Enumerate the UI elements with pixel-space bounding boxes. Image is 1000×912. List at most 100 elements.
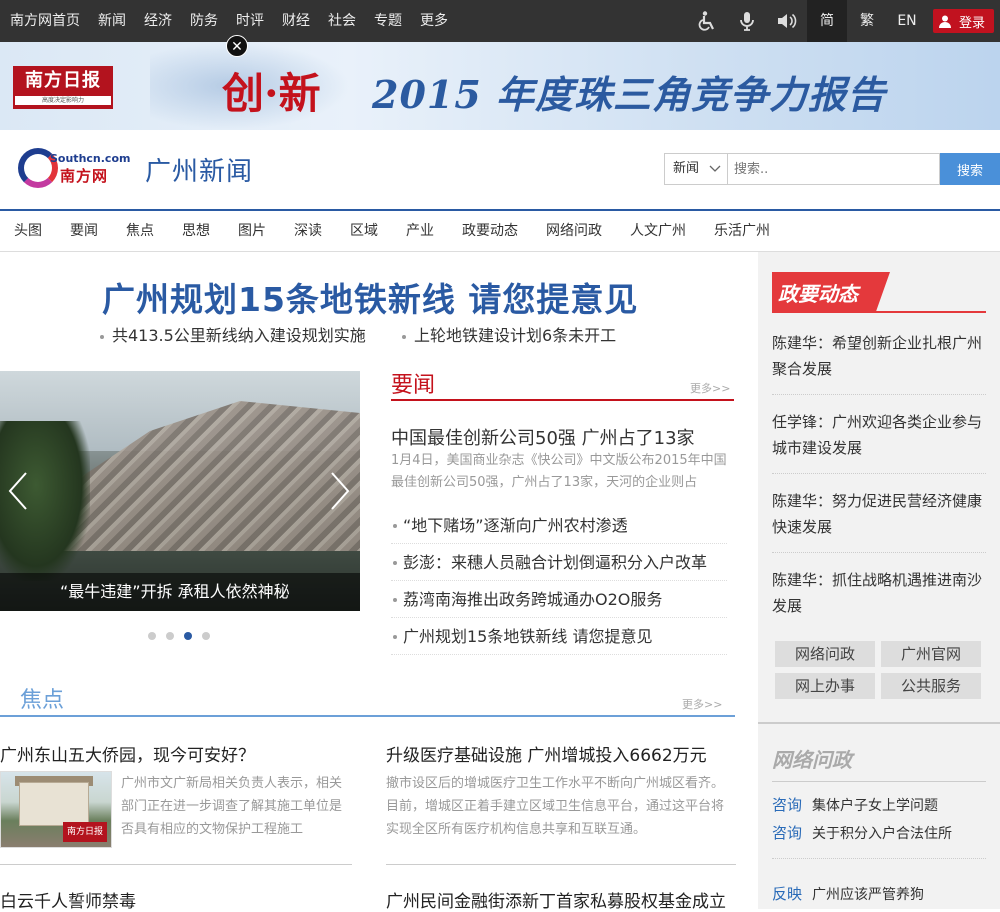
login-label: 登录 [958,15,985,31]
topnav-finance[interactable]: 财经 [273,0,319,42]
chevron-right-icon[interactable] [328,471,352,511]
zhengyao-title: 政要动态 [778,282,858,306]
divider [772,858,986,859]
nav-yaowen[interactable]: 要闻 [56,211,112,251]
logo-cn: 南方网 [60,167,109,185]
lang-simplified[interactable]: 简 [806,0,847,42]
article-summary: 广州市文广新局相关负责人表示，相关部门正在进一步调查了解其施工单位是否具有相应的… [121,776,343,837]
wenzheng-button[interactable]: 网络问政 [775,641,875,667]
southcn-logo[interactable]: Southcn.com 南方网 [18,148,131,190]
search-category-value: 新闻 [673,161,700,176]
nav-toutu[interactable]: 头图 [0,211,56,251]
banner-accent: 创·新 [222,69,321,118]
top-tools: 简 繁 EN 登录 [687,0,1000,42]
list-item[interactable]: 陈建华：抓住战略机遇推进南沙发展 [772,567,986,631]
zhengyao-divider [772,311,986,313]
microphone-icon[interactable] [727,0,767,42]
logo-en: Southcn.com [50,152,131,165]
topnav-topics[interactable]: 专题 [365,0,411,42]
yaowen-divider [391,399,734,401]
topnav-news[interactable]: 新闻 [89,0,135,42]
slider-dot[interactable] [166,632,174,640]
wenzheng-divider [772,781,986,782]
yaowen-more-link[interactable]: 更多>> [690,380,730,396]
article-thumbnail[interactable]: 南方日报 [0,771,112,848]
nav-jiaodian[interactable]: 焦点 [112,211,168,251]
topnav-economy[interactable]: 经济 [135,0,181,42]
yaowen-lead-summary: 1月4日，美国商业杂志《快公司》中文版公布2015年中国最佳创新公司50强，广州… [391,453,727,490]
headline-title[interactable]: 广州规划15条地铁新线 请您提意见 [102,273,638,321]
public-service-button[interactable]: 公共服务 [881,673,981,699]
nav-zhengyao[interactable]: 政要动态 [448,211,532,251]
wenzheng-tag[interactable]: 咨询 [772,796,802,814]
search-input[interactable] [728,153,940,185]
paper-slogan: 高度决定影响力 [15,96,111,105]
search-category-select[interactable]: 新闻 [664,153,728,185]
wenzheng-row[interactable]: 咨询 关于积分入户合法住所 [772,822,952,843]
headline-sub-link[interactable]: 上轮地铁建设计划6条未开工 [402,322,616,346]
ad-banner[interactable]: 南方日报 高度决定影响力 创·新 2015 年度珠三角竞争力报告 [0,42,1000,130]
headline-sub-link[interactable]: 共413.5公里新线纳入建设规划实施 [100,322,366,346]
banshi-button[interactable]: 网上办事 [775,673,875,699]
slider-dot[interactable] [202,632,210,640]
lang-english[interactable]: EN [887,0,927,42]
wenzheng-text[interactable]: 广州应该严管养狗 [812,887,924,903]
slider-dot[interactable] [148,632,156,640]
main-nav: 头图 要闻 焦点 思想 图片 深读 区域 产业 政要动态 网络问政 人文广州 乐… [0,209,1000,252]
article-title[interactable]: 广州东山五大侨园，现今可安好？ [0,741,255,766]
nav-chanye[interactable]: 产业 [392,211,448,251]
list-item[interactable]: 陈建华：希望创新企业扎根广州聚合发展 [772,330,986,395]
article-title[interactable]: 白云千人誓师禁毒 [0,887,136,912]
article-title[interactable]: 广州民间金融街添新丁首家私募股权基金成立 [386,887,726,912]
jiaodian-more-link[interactable]: 更多>> [682,696,722,712]
top-bar: 南方网首页 新闻 经济 防务 时评 财经 社会 专题 更多 简 繁 EN 登录 [0,0,1000,67]
list-item[interactable]: 任学锋：广州欢迎各类企业参与城市建设发展 [772,409,986,474]
zhengyao-list: 陈建华：希望创新企业扎根广州聚合发展 任学锋：广州欢迎各类企业参与城市建设发展 … [772,330,986,645]
wenzheng-row[interactable]: 咨询 集体户子女上学问题 [772,794,938,815]
accessibility-icon[interactable] [687,0,727,42]
search-button[interactable]: 搜索 [940,153,1000,185]
article-title[interactable]: 升级医疗基础设施 广州增城投入6662万元 [386,741,707,766]
login-button[interactable]: 登录 [932,9,994,33]
topnav-more[interactable]: 更多 [411,0,457,67]
list-item[interactable]: 陈建华：努力促进民营经济健康快速发展 [772,488,986,553]
list-item[interactable]: 荔湾南海推出政务跨城通办O2O服务 [391,581,727,618]
topnav-defense[interactable]: 防务 [181,0,227,42]
divider [0,864,352,865]
yaowen-lead-title[interactable]: 中国最佳创新公司50强 广州占了13家 [391,424,695,450]
list-item[interactable]: “地下赌场”逐渐向广州农村渗透 [391,507,727,544]
nav-lehuo[interactable]: 乐活广州 [700,211,784,251]
slider-dot-active[interactable] [184,632,192,640]
topnav-society[interactable]: 社会 [319,0,365,42]
nav-quyu[interactable]: 区域 [336,211,392,251]
slider-caption[interactable]: “最牛违建”开拆 承租人依然神秘 [0,573,360,611]
wenzheng-row[interactable]: 反映 广州应该严管养狗 [772,883,924,904]
speaker-icon[interactable] [767,0,807,42]
chevron-left-icon[interactable] [6,471,30,511]
guanwang-button[interactable]: 广州官网 [881,641,981,667]
wenzheng-text[interactable]: 集体户子女上学问题 [812,798,938,814]
nav-wenzheng[interactable]: 网络问政 [532,211,616,251]
nanfang-daily-logo: 南方日报 高度决定影响力 [13,66,113,109]
yaowen-list: “地下赌场”逐渐向广州农村渗透 彭澎：来穗人员融合计划倒逼积分入户改革 荔湾南海… [391,507,727,655]
nav-tupian[interactable]: 图片 [224,211,280,251]
topnav-more-label: 更多 [420,13,448,29]
article-summary: 撤市设区后的增城医疗卫生工作水平不断向广州城区看齐。目前，增城区正着手建立区域卫… [386,776,725,837]
wenzheng-tag[interactable]: 反映 [772,885,802,903]
list-item[interactable]: 广州规划15条地铁新线 请您提意见 [391,618,727,655]
nav-renwen[interactable]: 人文广州 [616,211,700,251]
nav-shendu[interactable]: 深读 [280,211,336,251]
lang-traditional[interactable]: 繁 [847,0,887,42]
topnav-home[interactable]: 南方网首页 [0,0,89,42]
photo-slider[interactable]: “最牛违建”开拆 承租人依然神秘 [0,371,360,611]
yaowen-title: 要闻 [391,373,436,398]
chevron-down-icon [709,165,721,172]
wenzheng-title: 网络问政 [772,748,852,772]
nav-sixiang[interactable]: 思想 [168,211,224,251]
close-icon[interactable]: ✕ [226,35,248,57]
thumb-building [19,782,89,826]
list-item[interactable]: 彭澎：来穗人员融合计划倒逼积分入户改革 [391,544,727,581]
wenzheng-tag[interactable]: 咨询 [772,824,802,842]
slider-dots [148,632,220,640]
wenzheng-text[interactable]: 关于积分入户合法住所 [812,826,952,842]
